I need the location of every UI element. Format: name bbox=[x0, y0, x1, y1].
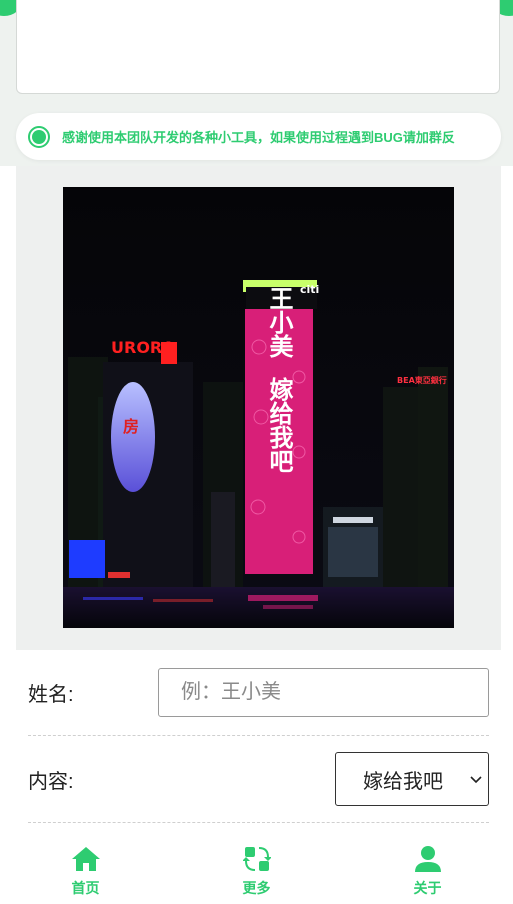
refresh-icon bbox=[242, 847, 271, 871]
notice-text: 感谢使用本团队开发的各种小工具，如果使用过程遇到BUG请加群反 bbox=[62, 130, 455, 145]
citi-sign: citi bbox=[300, 283, 319, 296]
content-row: 内容: 嫁给我吧 bbox=[28, 737, 489, 823]
tab-more[interactable]: 更多 bbox=[197, 832, 317, 904]
billboard-preview-image: 房 URORA citi 王小美 嫁给我吧 BEA東亞銀行 bbox=[63, 187, 454, 628]
chevron-down-icon bbox=[470, 776, 482, 784]
billboard-message-text: 嫁给我吧 bbox=[265, 377, 293, 473]
billboard-name-text: 王小美 bbox=[265, 286, 293, 358]
bea-sign: BEA東亞銀行 bbox=[397, 375, 447, 385]
name-input[interactable] bbox=[158, 668, 489, 717]
tab-about[interactable]: 关于 bbox=[368, 832, 488, 904]
bottom-tab-bar: 首页 更多 关于 bbox=[0, 832, 513, 904]
user-icon bbox=[414, 846, 441, 872]
preview-panel: 房 URORA citi 王小美 嫁给我吧 BEA東亞銀行 bbox=[16, 166, 501, 650]
tab-home[interactable]: 首页 bbox=[26, 832, 146, 904]
content-label: 内容: bbox=[28, 771, 74, 793]
content-select-value: 嫁给我吧 bbox=[363, 770, 443, 793]
name-row: 姓名: bbox=[28, 650, 489, 736]
home-icon bbox=[71, 847, 100, 871]
top-card bbox=[16, 0, 500, 94]
svg-text:房: 房 bbox=[123, 417, 139, 436]
notice-bar: 感谢使用本团队开发的各种小工具，如果使用过程遇到BUG请加群反 bbox=[16, 113, 501, 160]
tab-about-label: 关于 bbox=[413, 880, 442, 896]
tab-home-label: 首页 bbox=[71, 880, 100, 896]
tab-more-label: 更多 bbox=[242, 880, 271, 896]
content-select[interactable]: 嫁给我吧 bbox=[335, 752, 489, 806]
name-label: 姓名: bbox=[28, 684, 74, 706]
notice-dot-icon bbox=[28, 125, 50, 148]
